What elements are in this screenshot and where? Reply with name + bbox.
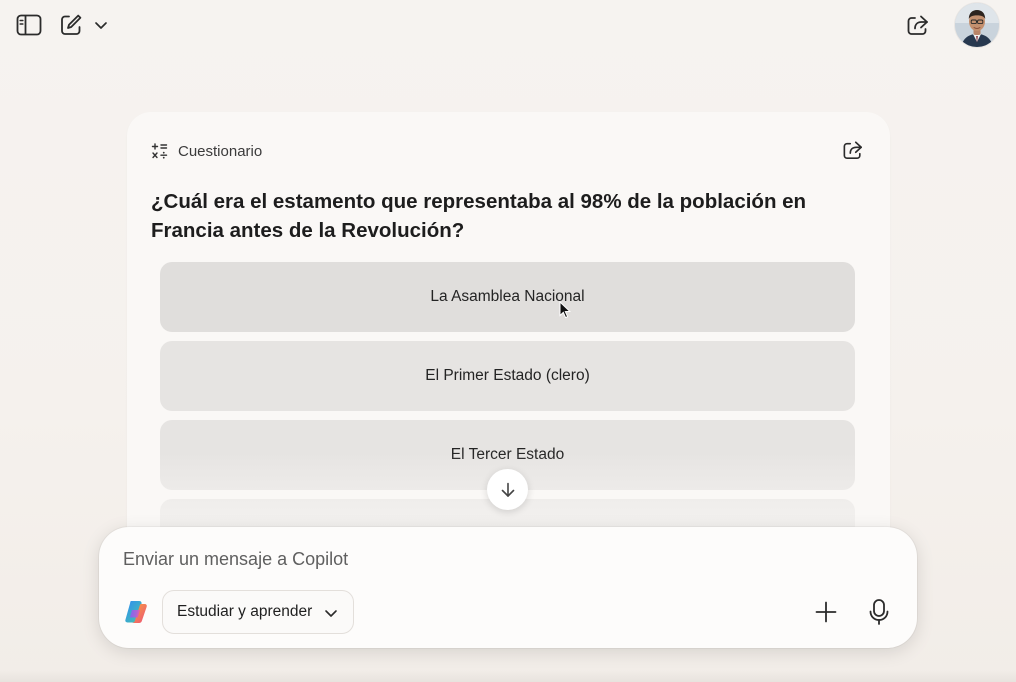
new-chat-button[interactable] bbox=[56, 10, 86, 40]
share-icon bbox=[843, 141, 863, 159]
quiz-question: ¿Cuál era el estamento que representaba … bbox=[151, 190, 807, 242]
mouse-cursor-icon bbox=[559, 301, 571, 319]
microphone-button[interactable] bbox=[865, 597, 893, 627]
compose-icon bbox=[61, 14, 82, 35]
avatar-image bbox=[955, 3, 999, 47]
quiz-share-button[interactable] bbox=[842, 140, 864, 162]
mode-selector[interactable]: Estudiar y aprender bbox=[162, 590, 354, 634]
scroll-down-button[interactable] bbox=[487, 469, 528, 510]
sidebar-toggle-button[interactable] bbox=[14, 10, 44, 40]
user-avatar[interactable] bbox=[955, 3, 999, 47]
add-attachment-button[interactable] bbox=[812, 598, 840, 626]
new-chat-menu-button[interactable] bbox=[91, 14, 111, 36]
message-input[interactable] bbox=[123, 545, 883, 573]
mode-selector-label: Estudiar y aprender bbox=[177, 603, 313, 620]
quiz-card: Cuestionario ¿Cuál era el estamento que … bbox=[127, 112, 890, 582]
top-bar bbox=[0, 0, 1016, 52]
plus-icon bbox=[815, 601, 837, 623]
quiz-header: Cuestionario bbox=[151, 138, 262, 164]
arrow-down-icon bbox=[501, 482, 514, 497]
sidebar-toggle-icon bbox=[16, 14, 42, 36]
quiz-option-2[interactable]: El Primer Estado (clero) bbox=[160, 341, 855, 411]
share-icon bbox=[907, 15, 928, 35]
microphone-icon bbox=[869, 599, 889, 625]
copilot-logo-icon bbox=[123, 599, 149, 625]
share-button[interactable] bbox=[902, 10, 934, 40]
quiz-label: Cuestionario bbox=[178, 142, 263, 160]
bottom-edge bbox=[0, 670, 1016, 682]
quiz-option-1[interactable]: La Asamblea Nacional bbox=[160, 262, 855, 332]
chevron-down-icon bbox=[95, 22, 107, 29]
message-composer: Estudiar y aprender bbox=[99, 527, 917, 648]
quiz-icon bbox=[151, 142, 169, 160]
chevron-down-icon bbox=[325, 610, 337, 617]
